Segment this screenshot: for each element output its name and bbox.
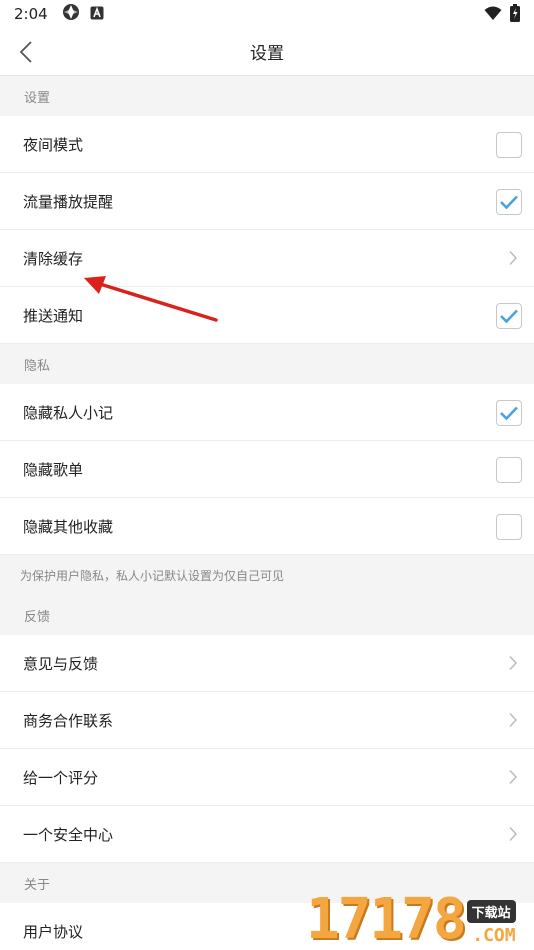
row-hide-playlists[interactable]: 隐藏歌单 [0,441,534,498]
aperture-icon [62,3,80,25]
row-hide-private-notes[interactable]: 隐藏私人小记 [0,384,534,441]
watermark: 17178 下载站 .COM [306,886,534,950]
row-hide-other-favorites[interactable]: 隐藏其他收藏 [0,498,534,555]
row-feedback[interactable]: 意见与反馈 [0,635,534,692]
chevron-left-icon [19,41,32,63]
row-label: 流量播放提醒 [23,192,114,211]
row-data-play-reminder[interactable]: 流量播放提醒 [0,173,534,230]
row-business-contact[interactable]: 商务合作联系 [0,692,534,749]
checkmark-icon [500,406,518,421]
watermark-domain: .COM [472,925,516,946]
hide-playlists-checkbox[interactable] [496,457,522,483]
chevron-right-icon [509,655,518,671]
watermark-digits: 17178 [306,887,467,950]
push-notification-checkbox[interactable] [496,303,522,329]
status-time: 2:04 [14,5,48,23]
row-label: 隐藏私人小记 [23,403,114,422]
night-mode-checkbox[interactable] [496,132,522,158]
chevron-right-icon [509,769,518,785]
row-label: 用户协议 [23,922,84,941]
hide-other-favorites-checkbox[interactable] [496,514,522,540]
row-label: 隐藏其他收藏 [23,517,114,536]
row-label: 清除缓存 [23,249,84,268]
app-header: 设置 [0,28,534,76]
row-label: 一个安全中心 [23,825,114,844]
data-play-reminder-checkbox[interactable] [496,189,522,215]
row-clear-cache[interactable]: 清除缓存 [0,230,534,287]
row-label: 意见与反馈 [23,654,99,673]
row-label: 隐藏歌单 [23,460,84,479]
row-label: 给一个评分 [23,768,99,787]
row-push-notification[interactable]: 推送通知 [0,287,534,344]
status-bar: 2:04 [0,0,534,28]
watermark-badge: 下载站 [466,900,516,923]
wifi-icon [484,5,502,25]
row-label: 商务合作联系 [23,711,114,730]
row-label: 推送通知 [23,306,84,325]
row-label: 夜间模式 [23,135,84,154]
chevron-right-icon [509,250,518,266]
section-header-feedback: 反馈 [0,595,534,635]
row-rate-app[interactable]: 给一个评分 [0,749,534,806]
back-button[interactable] [12,38,40,66]
section-header-privacy: 隐私 [0,344,534,384]
row-night-mode[interactable]: 夜间模式 [0,116,534,173]
font-a-icon [90,5,104,24]
checkmark-icon [500,195,518,210]
chevron-right-icon [509,712,518,728]
row-security-center[interactable]: 一个安全中心 [0,806,534,863]
checkmark-icon [500,309,518,324]
battery-icon [510,4,520,26]
page-title: 设置 [250,44,284,64]
chevron-right-icon [509,826,518,842]
section-header-settings: 设置 [0,76,534,116]
hide-private-notes-checkbox[interactable] [496,400,522,426]
privacy-note: 为保护用户隐私，私人小记默认设置为仅自己可见 [0,555,534,595]
